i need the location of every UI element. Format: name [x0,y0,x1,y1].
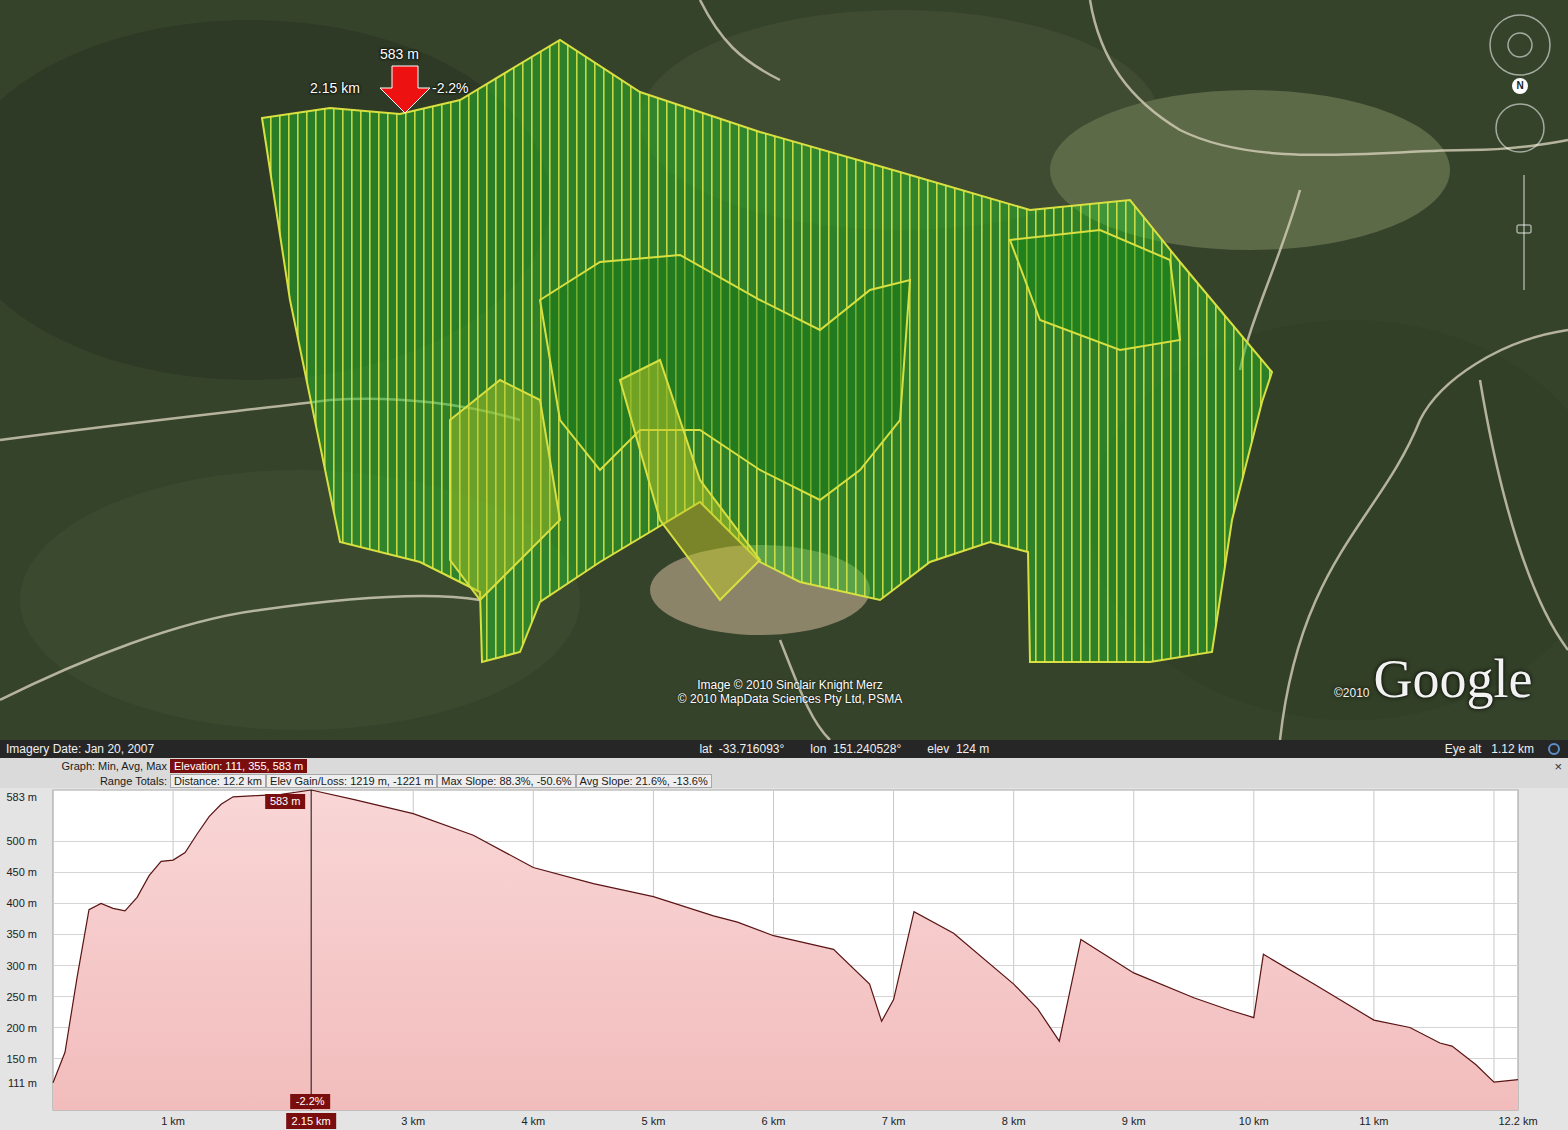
credit-line: Image © 2010 Sinclair Knight Merz [640,678,940,692]
google-earth-window: N 583 m 2.15 km -2.2% Image © 2010 Sinclair … [0,0,1568,1130]
cursor-slope-box [290,1094,330,1109]
x-tick-label: 4 km [521,1115,545,1127]
credit-line: © 2010 MapData Sciences Pty Ltd, PSMA [640,692,940,706]
navigation-controls[interactable] [1490,15,1550,290]
graph-label: Graph: Min, Avg, Max [0,760,170,772]
x-tick-label: 6 km [762,1115,786,1127]
marker-slope: -2.2% [432,80,469,96]
grid-line [53,790,1518,791]
status-bar: Imagery Date: Jan 20, 2007 lat -33.716093… [0,740,1568,758]
y-tick-label: 350 m [6,928,37,940]
x-tick-label: 11 km [1359,1115,1388,1127]
cursor-distance: 2.15 km [292,1115,331,1127]
cursor-elevation: 583 m [270,795,301,807]
x-tick-label: 7 km [882,1115,906,1127]
x-tick-label: 3 km [401,1115,425,1127]
track-wall [540,255,910,500]
longitude: lon 151.240528° [810,742,901,756]
elevation-chart[interactable]: 583 m 500 m 450 m 400 m 350 m 300 m 250 m 200 m… [0,788,1568,1130]
latitude: lat -33.716093° [699,742,784,756]
google-logo: ©2010 Google [1334,648,1533,710]
grid-line [1493,790,1494,1110]
map-view[interactable]: N 583 m 2.15 km -2.2% Image © 2010 Sinclair … [0,0,1568,740]
elevation-profile-panel: Graph: Min, Avg, MaxElevation: 111, 355,… [0,758,1568,1130]
y-tick-label: 500 m [6,835,37,847]
imagery-credits: Image © 2010 Sinclair Knight Merz© 2010 … [640,678,940,706]
cursor-distance-box [286,1113,336,1129]
track-wall [262,40,1272,662]
eye-altitude: Eye alt 1.12 km [1445,742,1534,756]
imagery-date: Imagery Date: Jan 20, 2007 [6,742,154,756]
elevation-area [53,790,1518,1110]
satellite-imagery [0,0,1568,740]
graph-selected-box[interactable]: Elevation: 111, 355, 583 m [170,759,307,773]
roads [0,0,1568,740]
cursor-elevation-box [265,794,305,809]
range-total: Elev Gain/Loss: 1219 m, -1221 m [266,774,437,788]
logo-copyright: ©2010 [1334,686,1370,700]
track-wall-lines [262,40,1272,662]
elevation: elev 124 m [927,742,989,756]
cursor-line[interactable] [311,790,312,1110]
track-wall [1010,230,1180,350]
close-button[interactable]: × [1554,760,1562,774]
y-tick-label: 400 m [6,897,37,909]
move-control-icon[interactable] [1496,104,1544,152]
y-tick-label: 583 m [6,791,37,803]
marker-elevation: 583 m [380,46,419,62]
y-tick-label: 250 m [6,991,37,1003]
graph-row: Graph: Min, Avg, MaxElevation: 111, 355,… [0,759,1568,773]
elevation-line [53,790,1518,1083]
range-total: Avg Slope: 21.6%, -13.6% [576,774,712,788]
marker-distance: 2.15 km [310,80,360,96]
x-tick-label: 9 km [1122,1115,1146,1127]
look-control-icon[interactable] [1490,15,1550,75]
x-tick-label: 1 km [161,1115,185,1127]
x-tick-label: 12.2 km [1498,1115,1537,1127]
track-wall [450,380,560,600]
x-tick-label: 5 km [641,1115,665,1127]
track-wall [620,360,760,600]
x-tick-label: 10 km [1239,1115,1269,1127]
range-total: Max Slope: 88.3%, -50.6% [437,774,575,788]
range-label: Range Totals: [0,775,170,787]
y-tick-label: 111 m [8,1077,37,1089]
y-tick-label: 450 m [6,866,37,878]
loading-icon [1548,743,1560,755]
range-totals-row: Range Totals:Distance: 12.2 kmElev Gain/… [0,774,1568,788]
x-tick-label: 8 km [1002,1115,1026,1127]
position-arrow-icon [380,66,430,113]
y-tick-label: 200 m [6,1022,37,1034]
y-tick-label: 150 m [6,1053,37,1065]
range-total: Distance: 12.2 km [170,774,266,788]
track-walls [262,40,1272,662]
coordinates: lat -33.716093° lon 151.240528° elev 124 m [609,742,989,756]
y-tick-label: 300 m [6,960,37,972]
compass-north[interactable]: N [1512,78,1528,94]
plot-area [53,790,1518,1110]
logo-text: Google [1374,648,1533,710]
graph-header: Graph: Min, Avg, MaxElevation: 111, 355,… [0,758,1568,788]
cursor-slope: -2.2% [296,1095,325,1107]
